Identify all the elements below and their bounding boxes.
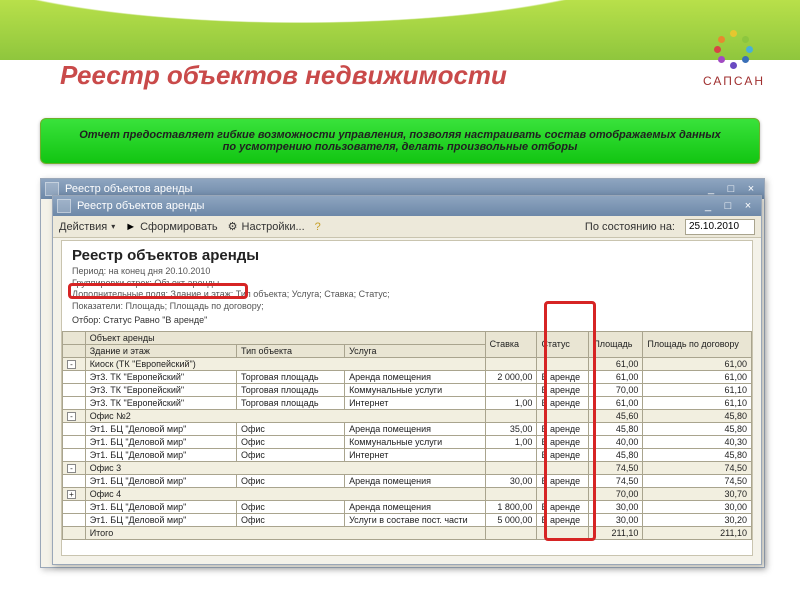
table-row[interactable]: Эт3. ТК "Европейский"Торговая площадьКом…: [63, 383, 752, 396]
table-row[interactable]: Эт1. БЦ "Деловой мир"ОфисАренда помещени…: [63, 422, 752, 435]
table-row[interactable]: Эт1. БЦ "Деловой мир"ОфисУслуги в состав…: [63, 513, 752, 526]
logo-icon: [714, 30, 754, 70]
actions-menu[interactable]: Действия▾: [59, 221, 115, 233]
table-row[interactable]: -Офис 374,5074,50: [63, 461, 752, 474]
app-icon: [57, 199, 71, 213]
col-type: Тип объекта: [236, 344, 344, 357]
close-button[interactable]: ×: [739, 199, 757, 213]
col-status: Статус: [537, 331, 589, 357]
toggle-icon[interactable]: -: [67, 412, 76, 421]
report-grouping: Группировки строк: Объект аренды: [72, 278, 742, 290]
col-area-contract: Площадь по договору: [643, 331, 752, 357]
logo-text: САПСАН: [703, 74, 765, 88]
minimize-button[interactable]: _: [699, 199, 717, 213]
report-filter: Отбор: Статус Равно "В аренде": [72, 315, 742, 325]
table-row[interactable]: Эт1. БЦ "Деловой мир"ОфисАренда помещени…: [63, 474, 752, 487]
slide-title: Реестр объектов недвижимости: [60, 60, 507, 91]
window-title: Реестр объектов аренды: [77, 200, 204, 212]
description-banner: Отчет предоставляет гибкие возможности у…: [40, 118, 760, 164]
col-service: Услуга: [345, 344, 486, 357]
table-row[interactable]: Эт1. БЦ "Деловой мир"ОфисИнтернетВ аренд…: [63, 448, 752, 461]
date-input[interactable]: [685, 219, 755, 235]
app-icon: [45, 182, 59, 196]
report-table: Объект аренды Ставка Статус Площадь Площ…: [62, 331, 752, 540]
table-row[interactable]: -Киоск (ТК "Европейский")61,0061,00: [63, 357, 752, 370]
table-row[interactable]: Эт3. ТК "Европейский"Торговая площадьИнт…: [63, 396, 752, 409]
help-button[interactable]: ?: [315, 221, 321, 233]
report-title: Реестр объектов аренды: [72, 247, 742, 264]
minimize-button[interactable]: _: [702, 182, 720, 196]
report-period: Период: на конец дня 20.10.2010: [72, 266, 742, 278]
col-object: Объект аренды: [85, 331, 485, 344]
header-swoosh: [0, 0, 800, 60]
toolbar: Действия▾ ►Сформировать ⚙ Настройки... ?…: [53, 216, 761, 238]
report-indicators: Показатели: Площадь; Площадь по договору…: [72, 301, 742, 313]
toggle-icon[interactable]: -: [67, 360, 76, 369]
table-row[interactable]: Эт1. БЦ "Деловой мир"ОфисКоммунальные ус…: [63, 435, 752, 448]
titlebar: Реестр объектов аренды _ □ ×: [53, 196, 761, 216]
table-row[interactable]: +Офис 470,0030,70: [63, 487, 752, 500]
logo: САПСАН: [703, 30, 765, 88]
toggle-icon[interactable]: -: [67, 464, 76, 473]
settings-button[interactable]: ⚙ Настройки...: [228, 220, 305, 233]
report-body: Реестр объектов аренды Период: на конец …: [61, 240, 753, 556]
report-extra-fields: Дополнительные поля: Здание и этаж; Тип …: [72, 289, 742, 301]
form-button[interactable]: ►Сформировать: [125, 221, 217, 233]
window-title: Реестр объектов аренды: [65, 183, 192, 195]
window-front: Реестр объектов аренды _ □ × Действия▾ ►…: [52, 195, 762, 565]
table-row[interactable]: Эт3. ТК "Европейский"Торговая площадьАре…: [63, 370, 752, 383]
col-rate: Ставка: [485, 331, 537, 357]
close-button[interactable]: ×: [742, 182, 760, 196]
date-label: По состоянию на:: [585, 221, 675, 233]
col-area: Площадь: [589, 331, 643, 357]
toggle-icon[interactable]: +: [67, 490, 76, 499]
gear-icon: ⚙: [228, 220, 238, 233]
col-building: Здание и этаж: [85, 344, 236, 357]
maximize-button[interactable]: □: [719, 199, 737, 213]
table-row[interactable]: -Офис №245,6045,80: [63, 409, 752, 422]
table-row[interactable]: Эт1. БЦ "Деловой мир"ОфисАренда помещени…: [63, 500, 752, 513]
maximize-button[interactable]: □: [722, 182, 740, 196]
table-row[interactable]: Итого211,10211,10: [63, 526, 752, 539]
